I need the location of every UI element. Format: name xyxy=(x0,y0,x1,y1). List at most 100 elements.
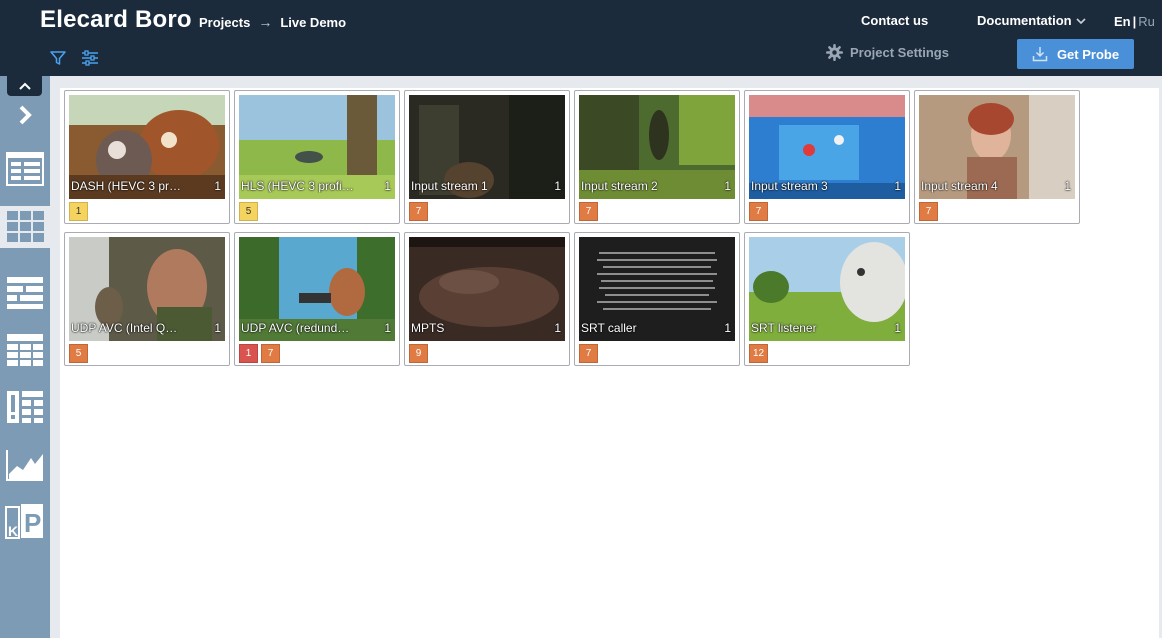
alert-badges: 7 xyxy=(749,202,768,221)
project-settings-label: Project Settings xyxy=(850,45,949,60)
alert-badges: 7 xyxy=(409,202,428,221)
stream-count: 1 xyxy=(384,321,391,335)
stream-tile[interactable]: DASH (HEVC 3 pr… 1 1 xyxy=(64,90,230,224)
alert-badges: 7 xyxy=(919,202,938,221)
stream-tile[interactable]: Input stream 1 1 7 xyxy=(404,90,570,224)
alert-badges: 7 xyxy=(579,344,598,363)
language-switch: En | Ru xyxy=(1114,14,1155,29)
collapse-sidebar-button[interactable] xyxy=(7,76,42,96)
svg-text:P: P xyxy=(24,508,41,538)
alert-badge[interactable]: 12 xyxy=(749,344,769,363)
download-icon xyxy=(1032,47,1048,62)
stream-count: 1 xyxy=(554,179,561,193)
sidebar-item-kpi[interactable]: K P xyxy=(0,500,50,542)
alert-badge[interactable]: 7 xyxy=(579,202,598,221)
sidebar-item-detail-view[interactable] xyxy=(0,272,50,314)
stream-thumbnail[interactable]: Input stream 3 1 xyxy=(749,95,905,199)
sidebar-item-alerts[interactable] xyxy=(0,386,50,428)
documentation-menu[interactable]: Documentation xyxy=(977,13,1087,28)
stream-thumbnail[interactable]: UDP AVC (redund… 1 xyxy=(239,237,395,341)
alert-badges: 5 xyxy=(239,202,258,221)
gear-icon xyxy=(826,44,843,61)
stream-tile[interactable]: SRT caller 1 7 xyxy=(574,232,740,366)
stream-name: SRT caller xyxy=(581,321,637,335)
stream-count: 1 xyxy=(724,321,731,335)
stream-name: Input stream 4 xyxy=(921,179,998,193)
contact-us-link[interactable]: Contact us xyxy=(861,13,928,28)
stream-grid: DASH (HEVC 3 pr… 1 1 HLS (HEVC 3 profi… 1 5 In… xyxy=(60,88,1159,638)
top-header: Elecard Boro Projects → Live Demo Contac… xyxy=(0,0,1162,76)
stream-thumbnail[interactable]: MPTS 1 xyxy=(409,237,565,341)
stream-tile[interactable]: Input stream 3 1 7 xyxy=(744,90,910,224)
detail-view-icon xyxy=(7,277,43,309)
stream-name: DASH (HEVC 3 pr… xyxy=(71,179,182,193)
documentation-label: Documentation xyxy=(977,13,1072,28)
lang-ru-link[interactable]: Ru xyxy=(1138,14,1155,29)
sidebar-item-charts[interactable] xyxy=(0,444,50,486)
stream-tile[interactable]: MPTS 1 9 xyxy=(404,232,570,366)
stream-thumbnail[interactable]: Input stream 4 1 xyxy=(919,95,1075,199)
breadcrumb-current[interactable]: Live Demo xyxy=(280,15,346,30)
alert-badges: 5 xyxy=(69,344,88,363)
sidebar: K P xyxy=(0,76,50,638)
alert-badge[interactable]: 7 xyxy=(749,202,768,221)
chart-icon xyxy=(6,450,43,481)
stream-count: 1 xyxy=(384,179,391,193)
alerts-table-icon xyxy=(7,391,43,423)
stream-count: 1 xyxy=(554,321,561,335)
svg-text:K: K xyxy=(8,523,18,539)
stream-count: 1 xyxy=(214,321,221,335)
alert-badge[interactable]: 7 xyxy=(579,344,598,363)
stream-name: Input stream 3 xyxy=(751,179,828,193)
alert-badge[interactable]: 7 xyxy=(409,202,428,221)
breadcrumb-projects[interactable]: Projects xyxy=(199,15,250,30)
stream-name: UDP AVC (redund… xyxy=(241,321,350,335)
sidebar-item-grid-view[interactable] xyxy=(0,206,50,248)
stream-count: 1 xyxy=(1064,179,1071,193)
project-settings-button[interactable]: Project Settings xyxy=(826,44,949,61)
filter-icon[interactable] xyxy=(48,48,68,68)
sidebar-item-table-view[interactable] xyxy=(0,329,50,371)
breadcrumb-arrow-icon: → xyxy=(258,14,273,30)
stream-thumbnail[interactable]: Input stream 2 1 xyxy=(579,95,735,199)
stream-name: SRT listener xyxy=(751,321,817,335)
stream-name: HLS (HEVC 3 profi… xyxy=(241,179,354,193)
alert-badge[interactable]: 5 xyxy=(69,344,88,363)
stream-count: 1 xyxy=(894,179,901,193)
alert-badge[interactable]: 1 xyxy=(239,344,258,363)
alert-badge[interactable]: 5 xyxy=(239,202,258,221)
sliders-icon[interactable] xyxy=(80,48,100,68)
alert-badges: 9 xyxy=(409,344,428,363)
stream-thumbnail[interactable]: SRT caller 1 xyxy=(579,237,735,341)
lang-en-link[interactable]: En xyxy=(1114,14,1131,29)
lang-separator: | xyxy=(1132,14,1137,29)
sidebar-expand-button[interactable] xyxy=(0,94,50,136)
brand-logo[interactable]: Elecard Boro xyxy=(40,6,192,34)
alert-badges: 1 xyxy=(69,202,88,221)
stream-tile[interactable]: UDP AVC (redund… 1 1 7 xyxy=(234,232,400,366)
kpi-icon: K P xyxy=(5,504,43,539)
alert-badge[interactable]: 7 xyxy=(261,344,280,363)
stream-name: MPTS xyxy=(411,321,445,335)
stream-name: Input stream 2 xyxy=(581,179,658,193)
stream-thumbnail[interactable]: SRT listener 1 xyxy=(749,237,905,341)
stream-thumbnail[interactable]: DASH (HEVC 3 pr… 1 xyxy=(69,95,225,199)
sidebar-item-list-view[interactable] xyxy=(0,148,50,190)
get-probe-button[interactable]: Get Probe xyxy=(1017,39,1134,69)
stream-thumbnail[interactable]: Input stream 1 1 xyxy=(409,95,565,199)
alert-badge[interactable]: 9 xyxy=(409,344,428,363)
stream-tile[interactable]: Input stream 4 1 7 xyxy=(914,90,1080,224)
stream-name: UDP AVC (Intel Q… xyxy=(71,321,178,335)
alert-badges: 17 xyxy=(239,344,280,363)
alert-badges: 7 xyxy=(579,202,598,221)
breadcrumb: Projects → Live Demo xyxy=(199,14,346,30)
stream-tile[interactable]: HLS (HEVC 3 profi… 1 5 xyxy=(234,90,400,224)
alert-badge[interactable]: 1 xyxy=(69,202,88,221)
stream-thumbnail[interactable]: UDP AVC (Intel Q… 1 xyxy=(69,237,225,341)
stream-tile[interactable]: SRT listener 1 12 xyxy=(744,232,910,366)
alert-badge[interactable]: 7 xyxy=(919,202,938,221)
stream-tile[interactable]: Input stream 2 1 7 xyxy=(574,90,740,224)
stream-thumbnail[interactable]: HLS (HEVC 3 profi… 1 xyxy=(239,95,395,199)
stream-tile[interactable]: UDP AVC (Intel Q… 1 5 xyxy=(64,232,230,366)
stream-count: 1 xyxy=(724,179,731,193)
